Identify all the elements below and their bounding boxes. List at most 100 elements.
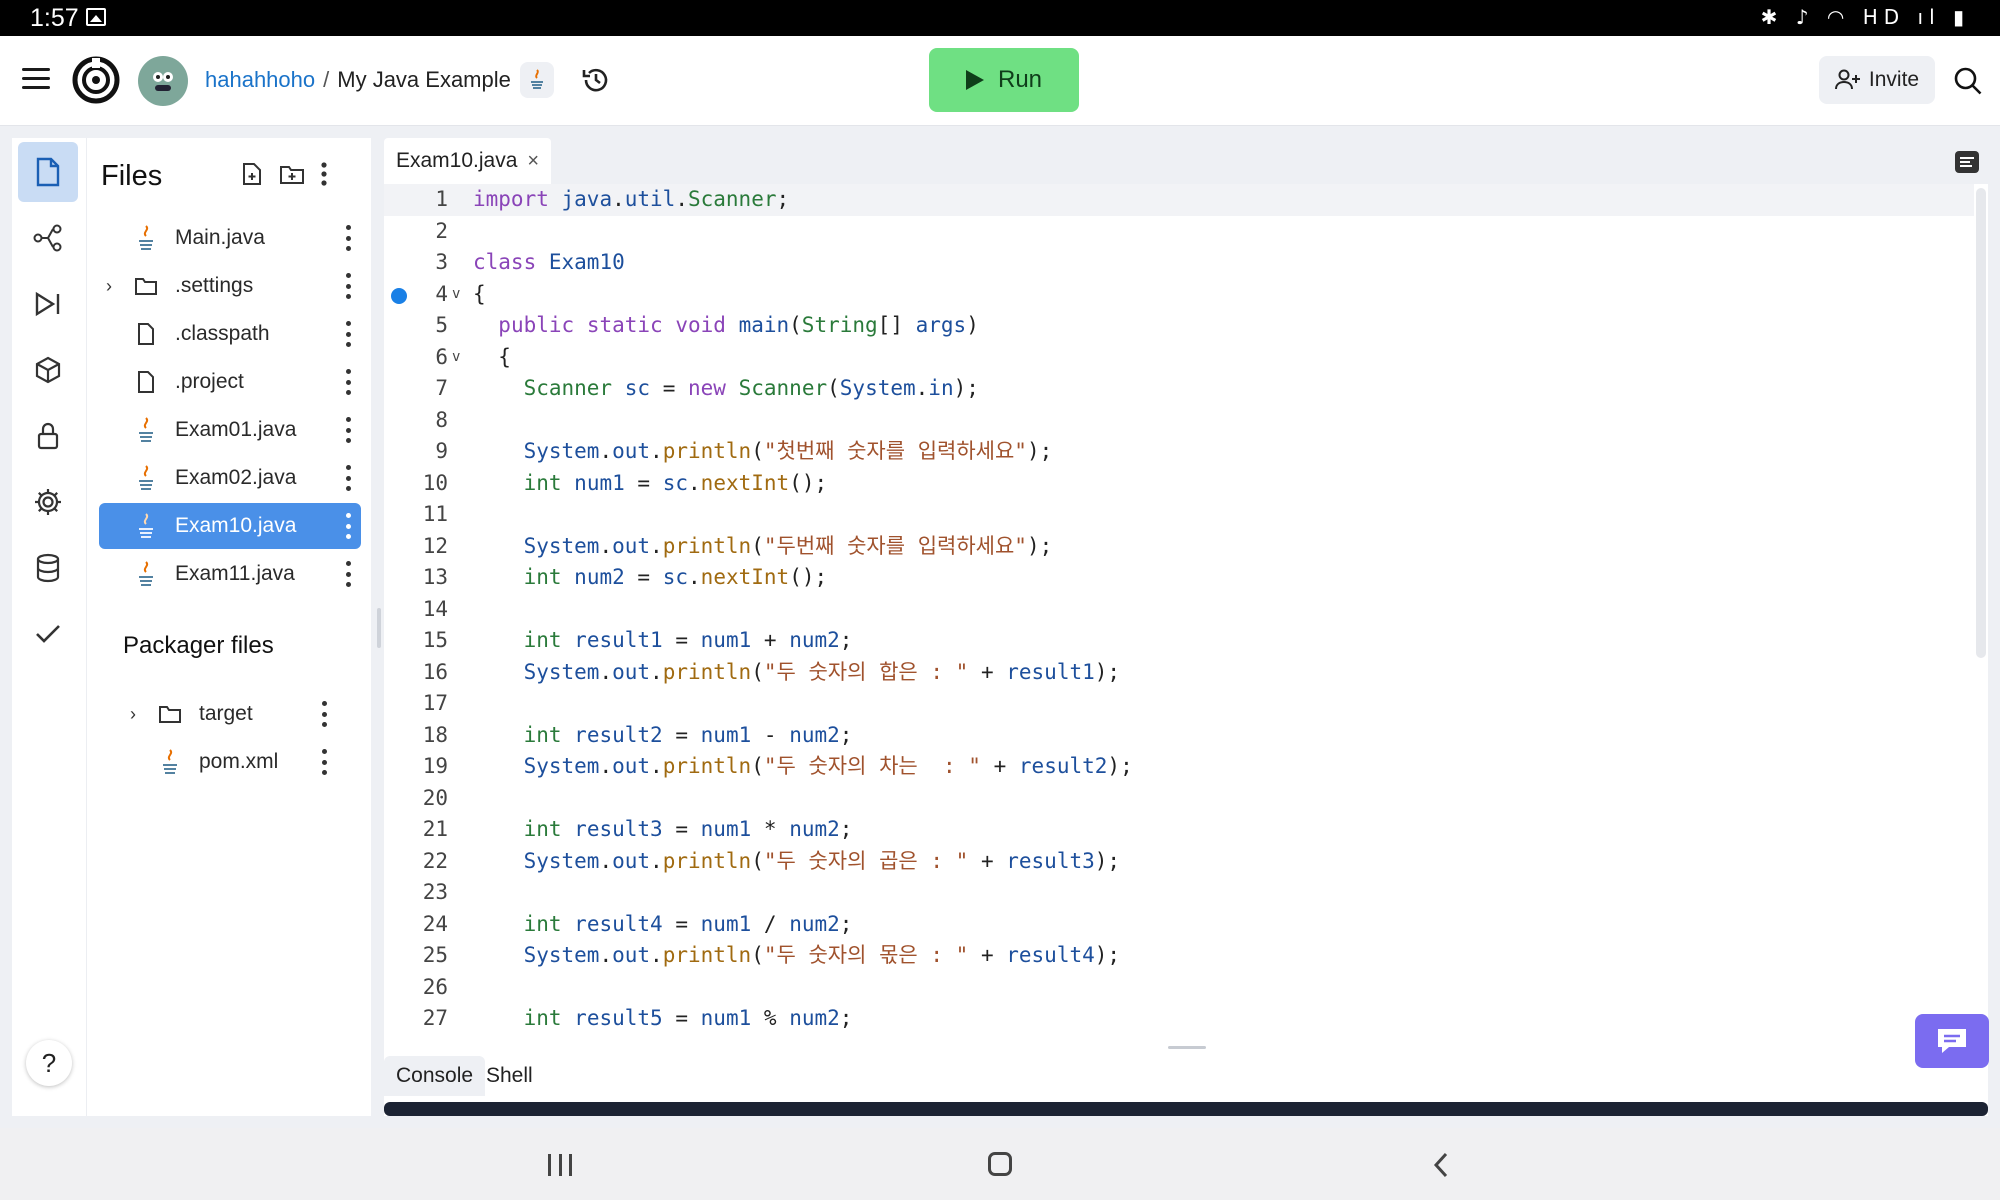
code-line[interactable]: 4 v { (384, 279, 1974, 311)
code-line[interactable]: 1 import java.util.Scanner; (384, 184, 1974, 216)
code-line[interactable]: 16 System.out.println("두 숫자의 합은 : " + re… (384, 657, 1974, 689)
editor-scrollbar[interactable] (1976, 188, 1986, 658)
code-line[interactable]: 27 int result5 = num1 % num2; (384, 1003, 1974, 1035)
code-line[interactable]: 21 int result3 = num1 * num2; (384, 814, 1974, 846)
line-number: 24 (422, 911, 448, 936)
code-line[interactable]: 12 System.out.println("두번째 숫자를 입력하세요"); (384, 531, 1974, 563)
file-menu-icon[interactable] (345, 369, 351, 395)
code-line[interactable]: 9 System.out.println("첫번째 숫자를 입력하세요"); (384, 436, 1974, 468)
code-line[interactable]: 26 (384, 972, 1974, 1004)
code-line[interactable]: 5 public static void main(String[] args) (384, 310, 1974, 342)
file-menu-icon[interactable] (345, 273, 351, 299)
file-menu-icon[interactable] (345, 465, 351, 491)
folder-name: target (199, 702, 253, 725)
code-line[interactable]: 17 (384, 688, 1974, 720)
file-item[interactable]: .project (99, 359, 361, 405)
search-icon[interactable] (1953, 66, 1983, 96)
invite-button[interactable]: Invite (1819, 56, 1935, 104)
file-menu-icon[interactable] (321, 749, 327, 775)
code-line[interactable]: 10 int num1 = sc.nextInt(); (384, 468, 1974, 500)
console-output[interactable] (384, 1102, 1988, 1116)
fold-chevron-icon[interactable]: v (452, 279, 460, 311)
history-icon[interactable] (580, 64, 612, 96)
code-line[interactable]: 19 System.out.println("두 숫자의 차는 : " + re… (384, 751, 1974, 783)
code-line[interactable]: 11 (384, 499, 1974, 531)
check-icon[interactable] (18, 604, 78, 664)
outline-icon[interactable] (1954, 150, 1980, 174)
help-button[interactable]: ? (26, 1040, 72, 1086)
code-line[interactable]: 8 (384, 405, 1974, 437)
file-menu-icon[interactable] (345, 513, 351, 539)
code-line[interactable]: 18 int result2 = num1 - num2; (384, 720, 1974, 752)
code-line[interactable]: 6v { (384, 342, 1974, 374)
java-language-icon[interactable] (520, 62, 554, 98)
code-line[interactable]: 15 int result1 = num1 + num2; (384, 625, 1974, 657)
packages-icon[interactable] (18, 340, 78, 400)
new-file-icon[interactable] (241, 162, 263, 191)
code-area[interactable]: 1 import java.util.Scanner; 2 3 class Exam10… (384, 184, 1974, 1042)
chevron-right-icon[interactable]: › (99, 276, 119, 297)
recent-apps-icon[interactable] (548, 1154, 572, 1176)
status-icons: ✱ ♪ ◠ HD ıl ▮ (1760, 5, 1970, 29)
project-name[interactable]: My Java Example (337, 67, 511, 92)
line-number: 15 (422, 628, 448, 652)
menu-icon[interactable] (22, 68, 50, 90)
code-text: int result1 = num1 + num2; (523, 628, 853, 652)
back-icon[interactable] (1432, 1152, 1450, 1178)
home-icon[interactable] (988, 1152, 1012, 1176)
secrets-icon[interactable] (18, 406, 78, 466)
java-file-icon (131, 415, 161, 445)
code-line[interactable]: 24 int result4 = num1 / num2; (384, 909, 1974, 941)
new-folder-icon[interactable] (279, 163, 305, 190)
chevron-right-icon[interactable]: › (123, 704, 143, 725)
database-icon[interactable] (18, 538, 78, 598)
file-menu-icon[interactable] (345, 561, 351, 587)
fold-chevron-icon[interactable]: v (452, 342, 460, 374)
code-line[interactable]: 23 (384, 877, 1974, 909)
console-resize-handle[interactable] (1168, 1046, 1206, 1049)
file-item[interactable]: .classpath (99, 311, 361, 357)
file-item[interactable]: pom.xml (123, 739, 337, 785)
code-line[interactable]: 13 int num2 = sc.nextInt(); (384, 562, 1974, 594)
files-menu-icon[interactable] (321, 162, 327, 191)
user-link[interactable]: hahahhoho (205, 67, 315, 92)
chat-button[interactable] (1915, 1014, 1989, 1068)
replit-logo-icon[interactable] (72, 56, 120, 104)
tab-shell[interactable]: Shell (474, 1056, 545, 1096)
git-icon[interactable] (18, 208, 78, 268)
editor-tabbar: Exam10.java × (384, 138, 1988, 184)
code-line[interactable]: 2 (384, 216, 1974, 248)
code-line[interactable]: 20 (384, 783, 1974, 815)
file-item[interactable]: Exam11.java (99, 551, 361, 597)
tab-exam10[interactable]: Exam10.java × (384, 138, 552, 184)
close-icon[interactable]: × (527, 150, 539, 173)
file-item[interactable]: Exam02.java (99, 455, 361, 501)
code-line[interactable]: 14 (384, 594, 1974, 626)
file-menu-icon[interactable] (321, 701, 327, 727)
settings-icon[interactable] (18, 472, 78, 532)
folder-name: .settings (175, 274, 254, 297)
file-item[interactable]: Main.java (99, 215, 361, 261)
files-icon[interactable] (18, 142, 78, 202)
line-number: 18 (422, 722, 448, 747)
folder-item[interactable]: › target (123, 691, 337, 737)
files-title: Files (101, 160, 163, 192)
code-line[interactable]: 7 Scanner sc = new Scanner(System.in); (384, 373, 1974, 405)
code-line[interactable]: 3 class Exam10 (384, 247, 1974, 279)
panel-resize-handle[interactable] (377, 608, 381, 648)
folder-item[interactable]: › .settings (99, 263, 361, 309)
file-menu-icon[interactable] (345, 225, 351, 251)
files-panel: Files Main.java › .settings .classpath .… (86, 138, 371, 1116)
tab-console[interactable]: Console (384, 1056, 486, 1096)
file-menu-icon[interactable] (345, 417, 351, 443)
file-menu-icon[interactable] (345, 321, 351, 347)
debugger-icon[interactable] (18, 274, 78, 334)
avatar[interactable] (138, 56, 188, 106)
code-line[interactable]: 25 System.out.println("두 숫자의 몫은 : " + re… (384, 940, 1974, 972)
line-number: 1 (435, 187, 448, 211)
file-item-active[interactable]: Exam10.java (99, 503, 361, 549)
line-number: 5 (435, 313, 448, 337)
run-button[interactable]: Run (929, 48, 1079, 112)
file-item[interactable]: Exam01.java (99, 407, 361, 453)
code-line[interactable]: 22 System.out.println("두 숫자의 곱은 : " + re… (384, 846, 1974, 878)
